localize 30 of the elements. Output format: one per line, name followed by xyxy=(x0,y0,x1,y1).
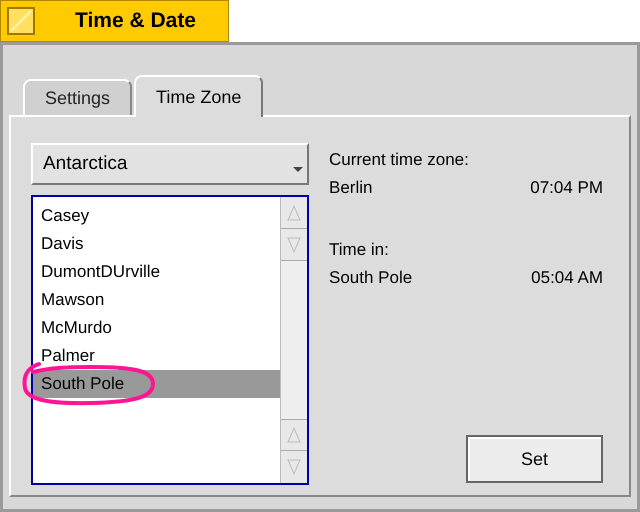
selected-time: 05:04 AM xyxy=(531,267,603,289)
region-dropdown[interactable]: Antarctica xyxy=(31,143,309,185)
scroll-up-button[interactable] xyxy=(281,419,307,451)
close-icon[interactable] xyxy=(7,7,35,35)
set-button[interactable]: Set xyxy=(466,435,603,483)
city-item[interactable]: Casey xyxy=(33,202,280,230)
current-time: 07:04 PM xyxy=(530,177,603,199)
up-arrow-icon xyxy=(287,204,301,220)
scroll-up-button[interactable] xyxy=(281,197,307,229)
down-arrow-icon xyxy=(287,459,301,475)
up-arrow-icon xyxy=(287,427,301,443)
scroll-down-button[interactable] xyxy=(281,229,307,261)
current-city: Berlin xyxy=(329,177,372,199)
city-item[interactable]: DumontDUrville xyxy=(33,258,280,286)
tab[interactable]: Settings xyxy=(23,79,132,115)
dropdown-value: Antarctica xyxy=(43,152,128,176)
city-item[interactable]: South Pole xyxy=(33,370,280,398)
current-zone-label: Current time zone: xyxy=(329,149,470,171)
window-title: Time & Date xyxy=(75,8,196,34)
scrollbar[interactable] xyxy=(280,197,307,483)
city-item[interactable]: McMurdo xyxy=(33,314,280,342)
scroll-down-button[interactable] xyxy=(281,451,307,483)
time-in-label: Time in: xyxy=(329,239,390,261)
dropdown-caret-icon xyxy=(293,167,303,173)
selected-city: South Pole xyxy=(329,267,412,289)
city-item[interactable]: Palmer xyxy=(33,342,280,370)
city-item[interactable]: Davis xyxy=(33,230,280,258)
city-item[interactable]: Mawson xyxy=(33,286,280,314)
down-arrow-icon xyxy=(287,236,301,252)
tab[interactable]: Time Zone xyxy=(134,75,264,117)
